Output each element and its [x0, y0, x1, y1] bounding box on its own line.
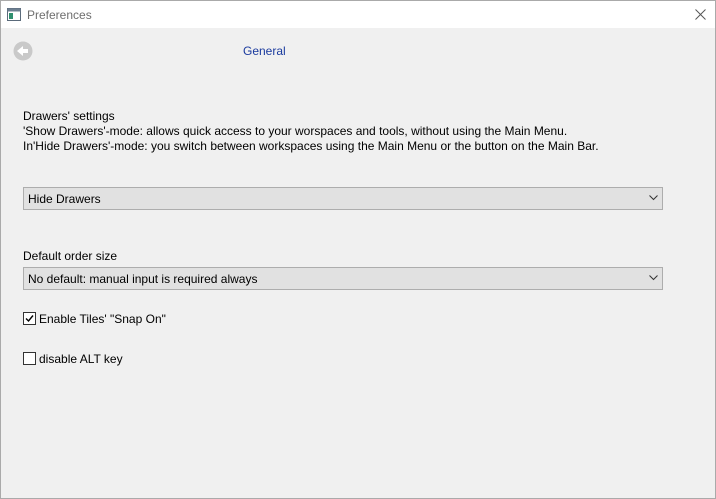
- checkmark-icon: [25, 315, 34, 323]
- disable-alt-checkbox[interactable]: [23, 352, 36, 365]
- chevron-down-icon: [649, 195, 658, 201]
- window-title: Preferences: [27, 8, 92, 22]
- hide-drawers-description: In'Hide Drawers'-mode: you switch betwee…: [23, 139, 599, 153]
- preferences-window: Preferences General Drawers' settings 'S…: [0, 0, 716, 499]
- back-button[interactable]: [13, 41, 33, 61]
- drawers-settings-title: Drawers' settings: [23, 109, 115, 123]
- chevron-down-icon: [649, 275, 658, 281]
- title-bar: Preferences: [1, 1, 715, 28]
- back-arrow-icon: [13, 41, 33, 61]
- close-button[interactable]: [687, 1, 715, 28]
- drawers-mode-dropdown[interactable]: Hide Drawers: [23, 187, 663, 210]
- disable-alt-label: disable ALT key: [39, 352, 123, 366]
- close-icon: [695, 9, 706, 20]
- snap-on-checkbox[interactable]: [23, 312, 36, 325]
- show-drawers-description: 'Show Drawers'-mode: allows quick access…: [23, 124, 568, 138]
- window-app-icon: [7, 8, 21, 21]
- drawers-mode-value: Hide Drawers: [28, 192, 101, 206]
- default-order-size-label: Default order size: [23, 249, 118, 263]
- snap-on-label: Enable Tiles' "Snap On": [39, 312, 166, 326]
- default-order-size-dropdown[interactable]: No default: manual input is required alw…: [23, 267, 663, 290]
- page-title: General: [243, 44, 286, 58]
- default-order-size-value: No default: manual input is required alw…: [28, 272, 258, 286]
